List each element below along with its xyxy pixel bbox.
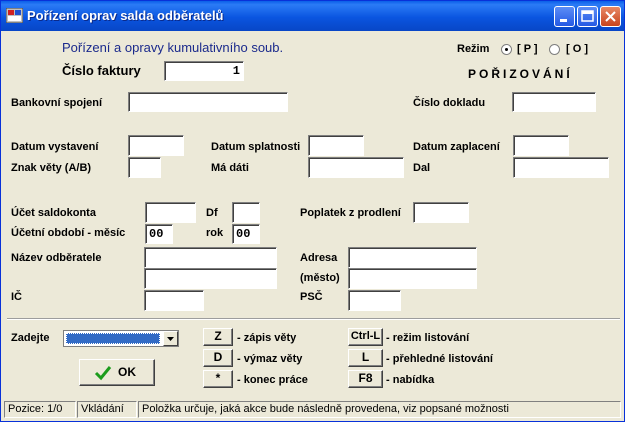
overview-button[interactable]: L — [348, 349, 383, 367]
paid-date-field[interactable] — [513, 135, 569, 156]
app-icon — [6, 8, 23, 23]
title-bar[interactable]: Pořízení oprav salda odběratelů — [1, 1, 624, 31]
issue-date-field[interactable] — [128, 135, 184, 156]
application-window: Pořízení oprav salda odběratelů Pořízení… — [0, 0, 625, 422]
customer-name-field[interactable] — [144, 247, 277, 268]
close-button[interactable] — [600, 6, 621, 27]
period-month-label: Účetní období - měsíc — [11, 227, 126, 239]
mode-p-label: [ P ] — [517, 43, 538, 55]
write-desc: - zápis věty — [237, 332, 297, 344]
list-mode-button[interactable]: Ctrl-L — [348, 328, 383, 346]
status-mode: Vkládání — [77, 401, 137, 418]
combo-dropdown-button[interactable] — [163, 331, 178, 346]
mode-p-radio[interactable] — [501, 44, 512, 55]
status-bar: Pozice: 1/0 Vkládání Položka určuje, jak… — [2, 399, 623, 421]
minimize-icon — [560, 19, 567, 22]
customer-name-label: Název odběratele — [11, 252, 102, 264]
psc-field[interactable] — [348, 290, 401, 311]
maximize-button[interactable] — [577, 6, 598, 27]
bank-field[interactable] — [128, 92, 288, 112]
chevron-down-icon — [167, 337, 174, 341]
due-date-field[interactable] — [308, 135, 364, 156]
form-area: Pořízení a opravy kumulativního soub. Čí… — [4, 31, 621, 399]
window-title: Pořízení oprav salda odběratelů — [27, 8, 224, 23]
form-subtitle: Pořízení a opravy kumulativního soub. — [62, 40, 284, 55]
combo-selection — [66, 333, 160, 344]
address-field[interactable] — [348, 247, 477, 268]
credit-label: Dal — [413, 162, 431, 174]
ic-field[interactable] — [144, 290, 204, 311]
late-fee-field[interactable] — [413, 202, 469, 223]
debit-field[interactable] — [308, 157, 404, 178]
df-label: Df — [206, 207, 218, 219]
delete-desc: - výmaz věty — [237, 353, 303, 365]
sentence-mark-field[interactable] — [128, 157, 161, 178]
menu-button[interactable]: F8 — [348, 370, 383, 388]
period-year-label: rok — [206, 227, 224, 239]
city-field[interactable] — [348, 268, 477, 289]
status-position: Pozice: 1/0 — [4, 401, 76, 418]
bank-label: Bankovní spojení — [11, 97, 103, 109]
paid-date-label: Datum zaplacení — [413, 141, 500, 153]
mode-state: POŘIZOVÁNÍ — [468, 67, 573, 81]
credit-field[interactable] — [513, 157, 609, 178]
period-month-field[interactable]: 00 — [145, 224, 173, 244]
delete-button[interactable]: D — [203, 349, 233, 367]
ok-label: OK — [118, 365, 136, 379]
account-label: Účet saldokonta — [11, 207, 96, 219]
doc-number-field[interactable] — [512, 92, 596, 112]
issue-date-label: Datum vystavení — [11, 141, 99, 153]
ok-button[interactable]: OK — [79, 359, 155, 386]
list-mode-desc: - režim listování — [386, 332, 470, 344]
account-field[interactable] — [145, 202, 196, 223]
close-icon — [605, 11, 616, 22]
maximize-icon — [581, 10, 594, 22]
debit-label: Má dáti — [211, 162, 249, 174]
mode-o-label: [ O ] — [566, 43, 588, 55]
invoice-number-field[interactable]: 1 — [164, 61, 244, 81]
status-hint: Položka určuje, jaká akce bude následně … — [138, 401, 621, 418]
end-button[interactable]: * — [203, 370, 233, 388]
customer-name-field-2[interactable] — [144, 268, 277, 289]
doc-number-label: Číslo dokladu — [413, 97, 486, 109]
action-combobox[interactable] — [63, 330, 179, 347]
write-button[interactable]: Z — [203, 328, 233, 346]
end-desc: - konec práce — [237, 374, 308, 386]
mode-label: Režim — [457, 43, 490, 55]
minimize-button[interactable] — [554, 6, 575, 27]
mode-o-radio[interactable] — [549, 44, 560, 55]
sentence-mark-label: Znak věty (A/B) — [11, 162, 92, 174]
menu-desc: - nabídka — [386, 374, 435, 386]
due-date-label: Datum splatnosti — [211, 141, 301, 153]
invoice-label: Číslo faktury — [62, 63, 141, 78]
psc-label: PSČ — [300, 291, 323, 303]
df-field[interactable] — [232, 202, 260, 223]
late-fee-label: Poplatek z prodlení — [300, 207, 401, 219]
enter-label: Zadejte — [11, 332, 50, 344]
period-year-field[interactable]: 00 — [232, 224, 260, 244]
city-label: (město) — [300, 272, 340, 284]
separator — [7, 318, 620, 320]
checkmark-icon — [94, 366, 112, 381]
overview-desc: - přehledné listování — [386, 353, 493, 365]
address-label: Adresa — [300, 252, 338, 264]
ic-label: IČ — [11, 291, 22, 303]
